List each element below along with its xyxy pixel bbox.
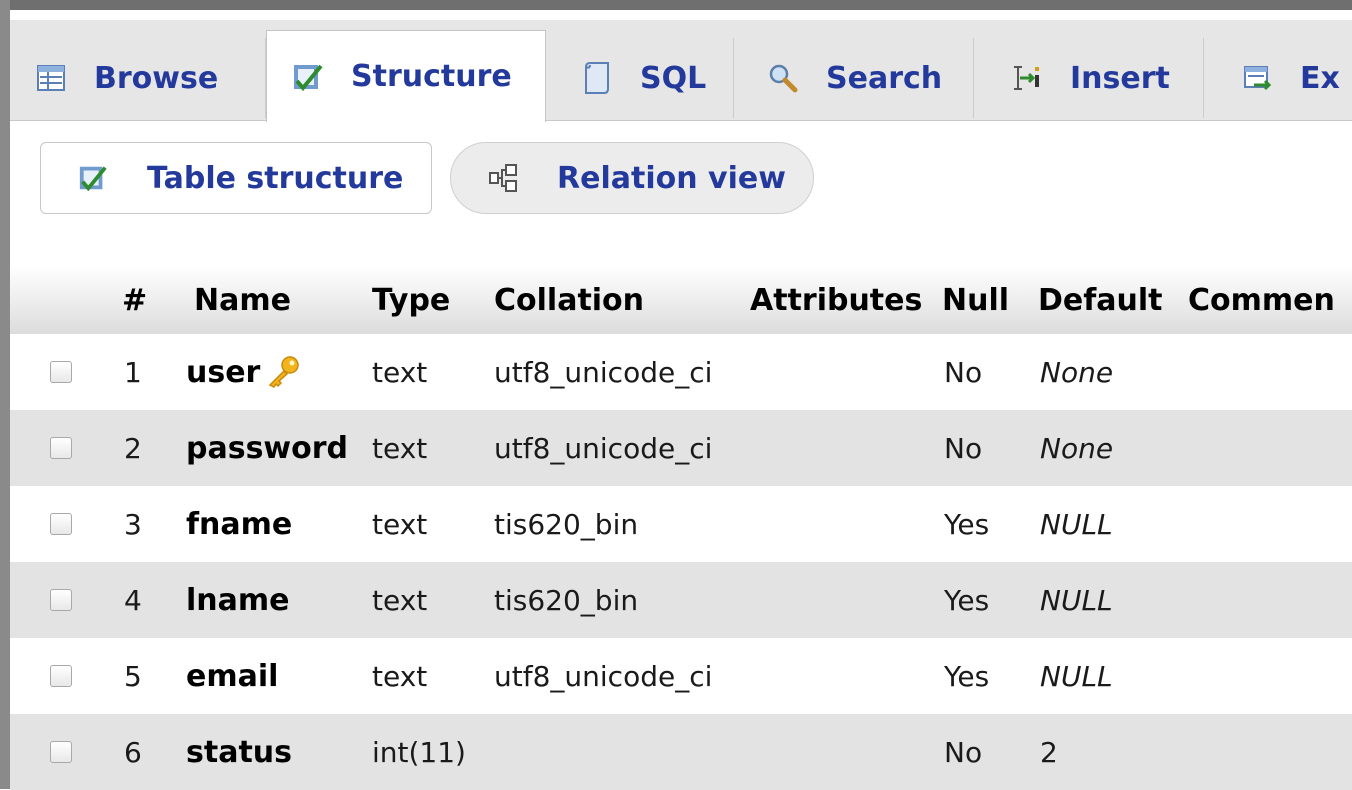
sql-icon xyxy=(580,61,614,95)
table-row: 4 lname text tis620_bin Yes NULL xyxy=(10,562,1352,638)
tab-search[interactable]: Search xyxy=(734,38,974,118)
field-collation: utf8_unicode_ci xyxy=(494,431,713,465)
row-checkbox[interactable] xyxy=(50,437,72,459)
col-header-comments[interactable]: Commen xyxy=(1188,266,1335,334)
col-header-collation[interactable]: Collation xyxy=(494,266,644,334)
col-header-name[interactable]: Name xyxy=(194,266,291,334)
col-header-attributes[interactable]: Attributes xyxy=(750,266,922,334)
field-name: email xyxy=(186,658,279,694)
row-checkbox[interactable] xyxy=(50,589,72,611)
field-name: password xyxy=(186,430,349,466)
field-name: user xyxy=(186,354,261,390)
field-default: NULL xyxy=(1040,659,1113,693)
row-num: 1 xyxy=(124,355,142,389)
field-type: text xyxy=(372,431,428,465)
row-num: 3 xyxy=(124,507,142,541)
tab-insert[interactable]: Insert xyxy=(974,38,1204,118)
field-default: 2 xyxy=(1040,735,1058,769)
field-default: NULL xyxy=(1040,583,1113,617)
relation-view-label: Relation view xyxy=(557,160,786,196)
row-checkbox[interactable] xyxy=(50,741,72,763)
field-name: fname xyxy=(186,506,293,542)
tab-sql-label: SQL xyxy=(640,60,707,96)
table-structure-button[interactable]: Table structure xyxy=(40,142,432,214)
table-header-row: # Name Type Collation Attributes Null De… xyxy=(10,266,1352,334)
row-num: 4 xyxy=(124,583,142,617)
field-type: int(11) xyxy=(372,735,466,769)
field-null: No xyxy=(944,431,983,465)
field-collation: tis620_bin xyxy=(494,507,639,541)
main-content: Browse Structure SQL Search Insert Ex Ta… xyxy=(10,10,1352,790)
table-row: 1 user text utf8_unicode_ci No None xyxy=(10,334,1352,410)
tab-structure[interactable]: Structure xyxy=(266,30,546,122)
field-null: Yes xyxy=(944,507,990,541)
row-num: 5 xyxy=(124,659,142,693)
field-null: Yes xyxy=(944,583,990,617)
browse-icon xyxy=(34,61,68,95)
tab-browse-label: Browse xyxy=(94,60,219,96)
structure-icon xyxy=(77,162,109,194)
field-default: None xyxy=(1040,431,1114,465)
tab-browse[interactable]: Browse xyxy=(34,38,266,118)
search-icon xyxy=(766,61,800,95)
row-checkbox[interactable] xyxy=(50,361,72,383)
row-checkbox[interactable] xyxy=(50,665,72,687)
tab-search-label: Search xyxy=(826,60,943,96)
field-null: No xyxy=(944,735,983,769)
relation-icon xyxy=(487,162,519,194)
field-null: Yes xyxy=(944,659,990,693)
row-num: 2 xyxy=(124,431,142,465)
tab-insert-label: Insert xyxy=(1070,60,1170,96)
field-collation: utf8_unicode_ci xyxy=(494,659,713,693)
tab-export[interactable]: Ex xyxy=(1204,38,1352,118)
row-num: 6 xyxy=(124,735,142,769)
tab-export-label: Ex xyxy=(1300,60,1340,96)
field-type: text xyxy=(372,355,428,389)
table-row: 3 fname text tis620_bin Yes NULL xyxy=(10,486,1352,562)
insert-icon xyxy=(1010,61,1044,95)
field-name: status xyxy=(186,734,292,770)
field-type: text xyxy=(372,507,428,541)
window-left-border xyxy=(0,0,10,789)
field-default: NULL xyxy=(1040,507,1113,541)
table-row: 5 email text utf8_unicode_ci Yes NULL xyxy=(10,638,1352,714)
field-name: lname xyxy=(186,582,290,618)
field-type: text xyxy=(372,659,428,693)
field-null: No xyxy=(944,355,983,389)
relation-view-button[interactable]: Relation view xyxy=(450,142,814,214)
tab-structure-label: Structure xyxy=(351,59,512,94)
col-header-num: # xyxy=(122,282,148,318)
primary-key-icon xyxy=(266,355,300,389)
table-row: 2 password text utf8_unicode_ci No None xyxy=(10,410,1352,486)
field-type: text xyxy=(372,583,428,617)
field-name-cell: user xyxy=(186,334,300,410)
tab-bar: Browse Structure SQL Search Insert Ex xyxy=(10,20,1352,122)
col-header-type[interactable]: Type xyxy=(372,266,450,334)
window-top-border xyxy=(0,0,1352,10)
export-icon xyxy=(1240,61,1274,95)
row-checkbox[interactable] xyxy=(50,513,72,535)
field-default: None xyxy=(1040,355,1114,389)
col-header-default[interactable]: Default xyxy=(1038,266,1163,334)
table-row: 6 status int(11) No 2 xyxy=(10,714,1352,790)
tab-sql[interactable]: SQL xyxy=(546,38,734,118)
field-collation: utf8_unicode_ci xyxy=(494,355,713,389)
table-structure-label: Table structure xyxy=(147,160,404,196)
structure-icon xyxy=(291,60,325,94)
field-collation: tis620_bin xyxy=(494,583,639,617)
col-header-null[interactable]: Null xyxy=(942,266,1009,334)
